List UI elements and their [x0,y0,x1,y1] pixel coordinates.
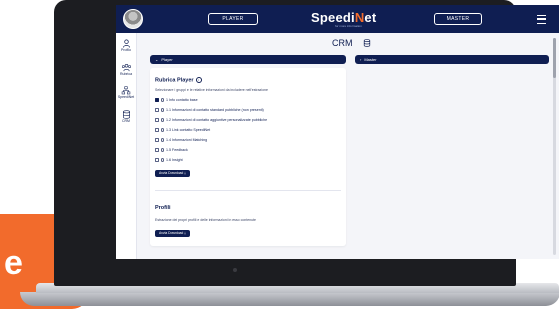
info-circle-icon [160,128,164,132]
checkbox[interactable] [155,138,159,142]
network-icon [121,86,131,95]
sidebar-item-label: SpeediNet [117,95,135,99]
laptop-camera-dot [233,268,237,272]
menu-icon[interactable] [537,15,546,24]
section-title-text: Rubrica Player [155,77,194,84]
info-circle-icon [160,158,164,162]
backdrop-letter: e [4,244,23,282]
section-description: Estrazione dei propri profili e delle in… [155,218,256,222]
checkbox[interactable] [155,158,159,162]
sidebar-item-label: Rubrica [119,72,133,76]
option-label: 1.1 Informazioni di contatto standard pu… [166,108,264,112]
sidebar-item-profilo[interactable]: Profilo [116,39,136,53]
button-label: Avvia Download [159,171,184,175]
player-accordion-header[interactable]: ⌄ Player [150,55,346,64]
checkbox[interactable] [155,118,159,122]
sidebar-item-label: CRM [122,119,130,123]
accordion-label: Player [161,57,173,62]
sidebar: Profilo Rubrica SpeediNet CRM [116,33,137,259]
option-label: 1 Info contatto base [166,98,198,102]
laptop-screen: PLAYER SpeediNet for more information MA… [116,5,559,259]
checkbox[interactable] [155,108,159,112]
option-label: 1.6 Insight [166,158,183,162]
section-description: Selezionare i gruppi e le relative infor… [155,88,268,92]
master-accordion-header[interactable]: › Master [355,55,549,64]
info-icon[interactable]: i [195,77,202,83]
info-circle-icon [160,148,164,152]
option-label: 1.5 Feedback [166,148,188,152]
player-mode-button[interactable]: PLAYER [208,13,258,25]
option-row[interactable]: 1.4 Informazioni Matching [155,138,207,143]
database-icon [363,39,371,47]
brand-tagline: for more information [335,24,362,28]
option-label: 1.4 Informazioni Matching [166,138,208,142]
contacts-icon [121,63,131,72]
option-row[interactable]: 1.2 Informazioni di contatto aggiuntive … [155,118,267,123]
sidebar-item-speedinet[interactable]: SpeediNet [116,86,136,100]
laptop-bezel: PLAYER SpeediNet for more information MA… [54,0,559,286]
download-profili-button[interactable]: Avvia Download ⤓ [155,230,190,237]
accordion-label: Master [364,57,377,62]
laptop-bottom-shell [20,292,559,306]
option-row[interactable]: 1.3 Link contatto SpeediNet [155,128,210,133]
button-label: Avvia Download [159,231,184,235]
option-label: 1.3 Link contatto SpeediNet [166,128,211,132]
top-navigation-bar: PLAYER SpeediNet for more information MA… [116,5,559,33]
checkbox[interactable] [155,128,159,132]
player-export-card: Rubrica Player i Selezionare i gruppi e l… [150,68,346,246]
master-mode-button[interactable]: MASTER [434,13,482,25]
checkbox-checked[interactable] [155,98,159,102]
download-icon: ⤓ [184,231,186,235]
info-circle-icon [160,138,164,142]
brand-accent: N [354,10,365,25]
page-title: CRM [332,38,353,48]
avatar[interactable] [123,9,143,29]
user-icon [122,39,130,48]
section-divider [155,190,341,191]
chevron-down-icon: ⌄ [155,57,159,62]
chevron-right-icon: › [360,57,362,62]
info-circle-icon [160,98,164,102]
download-rubrica-button[interactable]: Avvia Download ⤓ [155,170,190,177]
brand-tail: et [364,10,377,25]
brand-logo: SpeediNet [311,10,376,25]
option-label: 1.2 Informazioni di contatto aggiuntive … [166,118,268,122]
option-row[interactable]: 1.1 Informazioni di contatto standard pu… [155,108,264,113]
database-icon [122,110,130,119]
option-row[interactable]: 1.6 Insight [155,158,183,163]
section-title-profili: Profili [155,205,171,211]
sidebar-item-label: Profilo [121,48,131,52]
info-circle-icon [160,118,164,122]
sidebar-item-crm[interactable]: CRM [116,110,136,124]
sidebar-item-rubrica[interactable]: Rubrica [116,63,136,77]
scrollbar-thumb[interactable] [553,38,556,78]
download-icon: ⤓ [184,171,186,175]
section-title-rubrica: Rubrica Player i [155,77,202,83]
option-row[interactable]: 1 Info contatto base [155,98,198,103]
checkbox[interactable] [155,148,159,152]
info-circle-icon [160,108,164,112]
brand-main: Speedi [311,10,355,25]
option-row[interactable]: 1.5 Feedback [155,148,188,153]
